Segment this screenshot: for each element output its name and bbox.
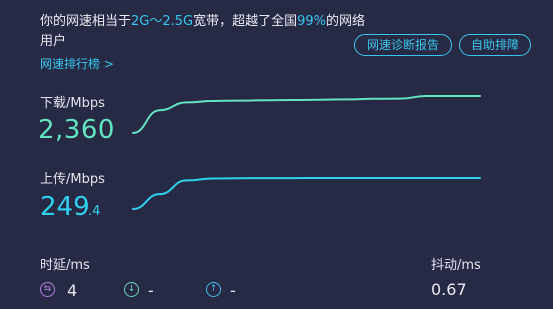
swap-arrows-icon: ⇆ <box>40 282 55 297</box>
download-latency-value: - <box>148 281 154 300</box>
jitter-value: 0.67 <box>431 280 467 299</box>
upload-speed-line <box>132 177 481 210</box>
ping-latency-value: 4 <box>67 281 78 300</box>
upload-latency-value: - <box>230 281 236 300</box>
speed-test-result-screen: 你的网速相当于2G～2.5G宽带，超越了全国99%的网络用户 网速诊断报告 自助… <box>0 0 553 309</box>
jitter-title: 抖动/ms <box>431 258 481 273</box>
latency-title: 时延/ms <box>40 258 90 273</box>
download-speed-line <box>132 94 481 134</box>
arrow-down-icon: ↓ <box>124 282 139 297</box>
arrow-up-icon: ↑ <box>206 282 221 297</box>
